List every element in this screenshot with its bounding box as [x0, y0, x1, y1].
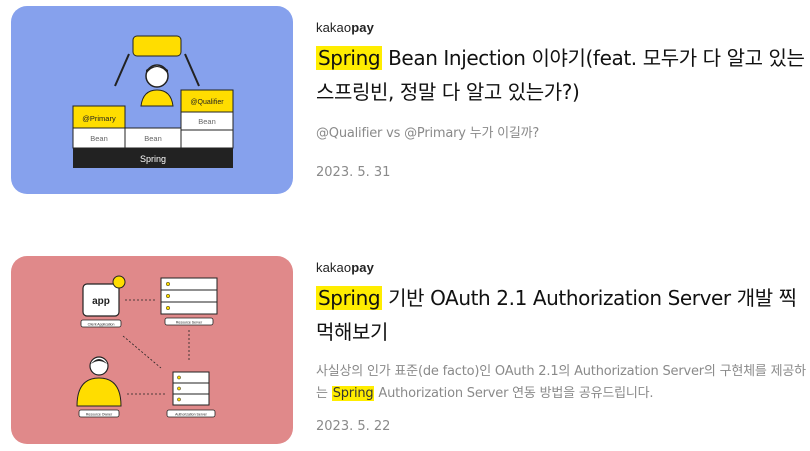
bean-label: Bean — [198, 117, 216, 126]
brand-pay: pay — [351, 260, 374, 275]
primary-label: @Primary — [82, 114, 116, 123]
brand-kakao: kakao — [316, 260, 352, 275]
owner-label: Resource Owner — [86, 413, 113, 417]
bean-label: Bean — [90, 134, 108, 143]
post-title[interactable]: Spring Bean Injection 이야기(feat. 모두가 다 알고… — [316, 41, 806, 109]
resource-server-label: Resource Server — [176, 321, 203, 325]
post-card-spring-bean[interactable]: Spring @Primary Bean Bean @Qualifier Bea… — [0, 0, 810, 200]
spring-bean-illustration: Spring @Primary Bean Bean @Qualifier Bea… — [72, 35, 234, 168]
post-text: kakaopay Spring 기반 OAuth 2.1 Authorizati… — [316, 260, 806, 434]
gear-icon — [112, 275, 126, 289]
oauth-illustration: app Client Application Resource Server R… — [76, 275, 218, 418]
server-light — [165, 293, 171, 299]
server-light — [165, 281, 171, 287]
post-title[interactable]: Spring 기반 OAuth 2.1 Authorization Server… — [316, 281, 806, 349]
qualifier-label: @Qualifier — [190, 99, 224, 106]
post-description: @Qualifier vs @Primary 누가 이길까? — [316, 123, 806, 145]
post-thumbnail[interactable]: Spring @Primary Bean Bean @Qualifier Bea… — [11, 6, 293, 194]
desc-highlight: Spring — [331, 386, 375, 401]
client-label: Client Application — [88, 323, 115, 327]
brand-kakao: kakao — [316, 20, 352, 35]
lifted-box — [132, 35, 182, 57]
bean-box — [180, 129, 234, 149]
desc-text: @Qualifier vs @Primary 누가 이길까? — [316, 126, 540, 141]
title-highlight: Spring — [316, 286, 383, 310]
title-rest: 기반 OAuth 2.1 Authorization Server 개발 찍먹해… — [316, 286, 797, 344]
server-light — [177, 397, 181, 402]
owner-body — [76, 377, 122, 407]
post-thumbnail[interactable]: app Client Application Resource Server R… — [11, 256, 293, 444]
spring-bar-label: Spring — [140, 154, 166, 164]
title-rest: Bean Injection 이야기(feat. 모두가 다 알고 있는 스프링… — [316, 46, 805, 104]
auth-server-label: Authorization Server — [175, 413, 208, 417]
post-date: 2023. 5. 22 — [316, 419, 391, 434]
desc-text: Authorization Server 연동 방법을 공유드립니다. — [374, 386, 654, 401]
shirt-shape — [140, 89, 174, 107]
server-light — [177, 375, 181, 380]
title-highlight: Spring — [316, 46, 383, 70]
server-light — [177, 386, 181, 391]
brand-label: kakaopay — [316, 260, 806, 275]
brand-label: kakaopay — [316, 20, 806, 35]
brand-pay: pay — [351, 20, 374, 35]
post-card-oauth[interactable]: app Client Application Resource Server R… — [0, 250, 810, 450]
bean-label: Bean — [144, 134, 162, 143]
app-label: app — [92, 296, 110, 307]
arrow-shape — [122, 335, 162, 369]
post-date: 2023. 5. 31 — [316, 165, 391, 180]
post-text: kakaopay Spring Bean Injection 이야기(feat.… — [316, 20, 806, 180]
post-description: 사실상의 인가 표준(de facto)인 OAuth 2.1의 Authori… — [316, 361, 806, 405]
server-light — [165, 305, 171, 311]
